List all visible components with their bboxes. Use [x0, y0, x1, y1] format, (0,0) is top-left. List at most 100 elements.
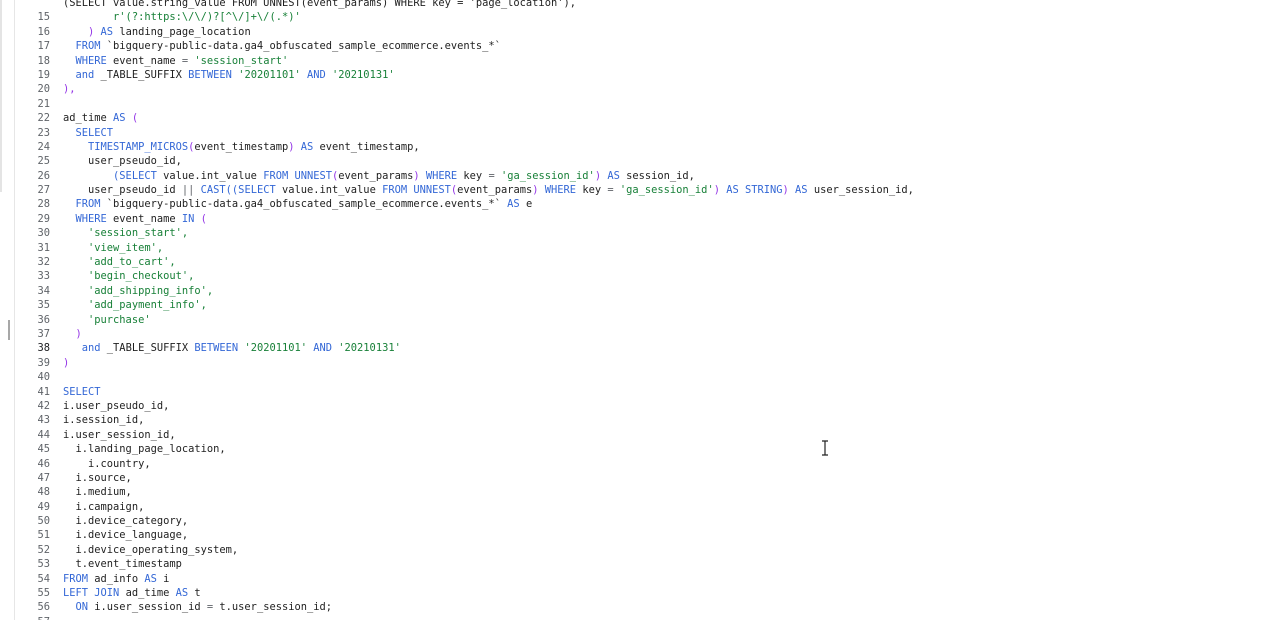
code-line[interactable]: 38 and _TABLE_SUFFIX BETWEEN '20201101' … [0, 341, 1265, 355]
code-line[interactable]: 48 i.medium, [0, 485, 1265, 499]
code-text: ) [63, 356, 69, 370]
code-line[interactable]: 42 i.user_pseudo_id, [0, 399, 1265, 413]
line-number: 51 [37, 529, 50, 542]
code-text: ) AS landing_page_location [63, 25, 251, 39]
code-token: FROM [63, 40, 107, 53]
code-line[interactable]: 36 'purchase' [0, 313, 1265, 327]
code-text: r'(?:https:\/\/)?[^\/]+\/(.*)' [63, 10, 301, 24]
code-token: '20201101' [238, 68, 301, 81]
code-token: value.int_value [281, 184, 383, 197]
code-text: WHERE event_name = 'session_start' [63, 54, 289, 68]
code-line[interactable]: 39) [0, 356, 1265, 370]
code-token: 'ga_session_id' [500, 169, 595, 182]
code-token: event_name [113, 54, 182, 67]
code-text: 'session_start', [63, 226, 188, 240]
code-token: 'purchase' [63, 313, 151, 326]
code-token: and [63, 68, 101, 81]
code-token: '20201101' [244, 342, 307, 355]
line-number: 24 [37, 140, 50, 153]
code-line[interactable]: 34 'add_shipping_info', [0, 284, 1265, 298]
code-token: r'(?:https:\/\/)?[^\/]+\/(.*)' [63, 11, 301, 24]
code-line[interactable]: 51 i.device_language, [0, 528, 1265, 542]
code-line[interactable]: 33 'begin_checkout', [0, 269, 1265, 283]
code-text: and _TABLE_SUFFIX BETWEEN '20201101' AND… [63, 68, 395, 82]
code-lines[interactable]: (SELECT value.string_value FROM UNNEST(e… [0, 0, 1265, 620]
line-number: 25 [37, 155, 50, 168]
code-token: i.session_id, [63, 414, 145, 427]
code-line[interactable]: 53 t.event_timestamp [0, 557, 1265, 571]
code-line[interactable]: 50 i.device_category, [0, 514, 1265, 528]
code-line[interactable]: 26 (SELECT value.int_value FROM UNNEST(e… [0, 169, 1265, 183]
code-token: ) [63, 327, 82, 340]
code-line[interactable]: 35 'add_payment_info', [0, 298, 1265, 312]
code-line[interactable]: 46 i.country, [0, 457, 1265, 471]
code-token: BETWEEN [194, 342, 245, 355]
code-line[interactable]: 37 ) [0, 327, 1265, 341]
code-line[interactable]: 30 'session_start', [0, 226, 1265, 240]
code-line[interactable]: 44 i.user_session_id, [0, 428, 1265, 442]
code-line[interactable]: 24 TIMESTAMP_MICROS(event_timestamp) AS … [0, 140, 1265, 154]
line-number: 26 [37, 169, 50, 182]
code-token: i.device_operating_system, [63, 543, 239, 556]
code-line[interactable]: 52 i.device_operating_system, [0, 543, 1265, 557]
sql-code-editor[interactable]: (SELECT value.string_value FROM UNNEST(e… [0, 0, 1265, 620]
code-token: LEFT JOIN [63, 587, 126, 600]
code-line[interactable]: 56 ON i.user_session_id = t.user_session… [0, 600, 1265, 614]
code-text: i.session_id, [63, 413, 144, 427]
code-text: i.landing_page_location, [63, 442, 226, 456]
code-line[interactable]: 55 LEFT JOIN ad_time AS t [0, 586, 1265, 600]
code-text: FROM ad_info AS i [63, 572, 169, 586]
code-text: 'add_shipping_info', [63, 284, 213, 298]
code-line[interactable]: 43 i.session_id, [0, 413, 1265, 427]
code-token: _TABLE_SUFFIX [106, 342, 195, 355]
code-line[interactable]: 25 user_pseudo_id, [0, 154, 1265, 168]
code-line[interactable]: 41 SELECT [0, 385, 1265, 399]
code-text: user_pseudo_id, [63, 154, 182, 168]
line-number: 29 [37, 212, 50, 225]
code-line[interactable]: 17 FROM `bigquery-public-data.ga4_obfusc… [0, 39, 1265, 53]
code-line[interactable]: 28 FROM `bigquery-public-data.ga4_obfusc… [0, 197, 1265, 211]
code-token: WHERE [63, 212, 114, 225]
code-text: FROM `bigquery-public-data.ga4_obfuscate… [63, 39, 501, 53]
code-line[interactable]: 31 'view_item', [0, 241, 1265, 255]
code-token: ((SELECT [225, 184, 282, 197]
code-line[interactable]: 40 [0, 370, 1265, 384]
code-line[interactable]: 54 FROM ad_info AS i [0, 572, 1265, 586]
line-number: 49 [37, 500, 50, 513]
line-number: 40 [37, 371, 50, 384]
code-token: UNNEST [294, 169, 333, 182]
code-line[interactable]: 49 i.campaign, [0, 500, 1265, 514]
code-token: ( [131, 112, 139, 125]
code-line[interactable]: 23 SELECT [0, 126, 1265, 140]
code-token: i.user_pseudo_id, [63, 399, 170, 412]
code-line[interactable]: 45 i.landing_page_location, [0, 442, 1265, 456]
line-number: 23 [37, 126, 50, 139]
code-line[interactable]: 32 'add_to_cart', [0, 255, 1265, 269]
code-line[interactable]: 22 ad_time AS ( [0, 111, 1265, 125]
code-line[interactable]: 19 and _TABLE_SUFFIX BETWEEN '20201101' … [0, 68, 1265, 82]
code-text: i.source, [63, 471, 132, 485]
code-line[interactable]: 57 [0, 615, 1265, 620]
code-line[interactable]: 18 WHERE event_name = 'session_start' [0, 54, 1265, 68]
code-line[interactable]: 21 [0, 97, 1265, 111]
text-cursor-icon [822, 440, 828, 456]
code-line[interactable]: 47 i.source, [0, 471, 1265, 485]
code-line[interactable]: (SELECT value.string_value FROM UNNEST(e… [0, 0, 1265, 10]
line-number: 38 [37, 342, 50, 355]
code-line[interactable]: 29 WHERE event_name IN ( [0, 212, 1265, 226]
code-line[interactable]: 27 user_pseudo_id || CAST((SELECT value.… [0, 183, 1265, 197]
line-number: 18 [37, 54, 50, 67]
line-number: 30 [37, 227, 50, 240]
code-line[interactable]: 20), [0, 82, 1265, 96]
code-token: event_params [338, 169, 414, 182]
code-text: ), [63, 82, 76, 96]
code-token: value.int_value [163, 169, 264, 182]
code-text: (SELECT value.int_value FROM UNNEST(even… [63, 169, 695, 183]
line-number: 16 [37, 25, 50, 38]
line-number: 34 [37, 284, 50, 297]
code-text: 'add_payment_info', [63, 298, 207, 312]
code-token: ON [63, 601, 95, 614]
code-text: i.campaign, [63, 500, 145, 514]
code-line[interactable]: 16 ) AS landing_page_location [0, 25, 1265, 39]
code-line[interactable]: 15 r'(?:https:\/\/)?[^\/]+\/(.*)' [0, 10, 1265, 24]
